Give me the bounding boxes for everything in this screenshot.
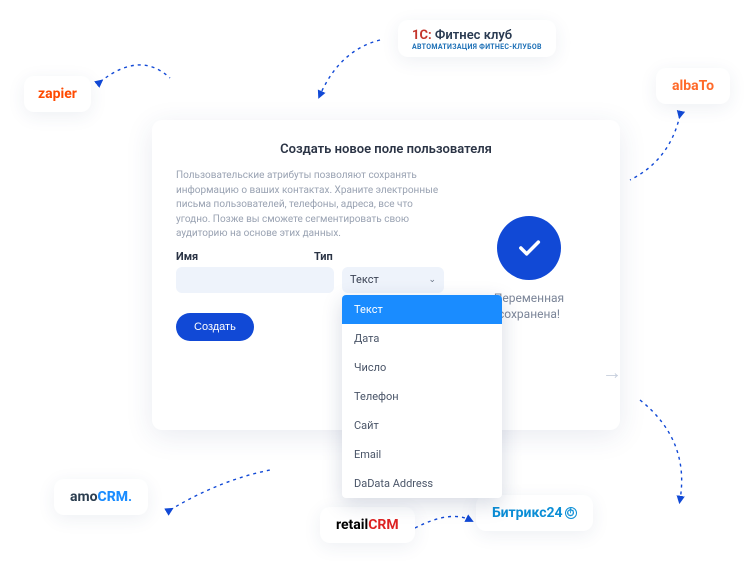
type-option[interactable]: Email xyxy=(342,440,502,469)
integration-zapier: zapier xyxy=(24,76,91,112)
type-option[interactable]: DaData Address xyxy=(342,469,502,498)
type-dropdown: Текст Дата Число Телефон Сайт Email DaDa… xyxy=(342,295,502,498)
create-field-card: Создать новое поле пользователя Пользова… xyxy=(152,120,620,430)
create-button[interactable]: Создать xyxy=(176,313,254,341)
name-label: Имя xyxy=(176,250,306,263)
type-select[interactable]: Текст ⌄ xyxy=(342,267,444,293)
success-check-icon xyxy=(497,216,561,280)
integration-retailcrm: retailCRM xyxy=(320,507,415,543)
type-option[interactable]: Дата xyxy=(342,324,502,353)
type-selected-value: Текст xyxy=(350,273,379,286)
onec-prefix: 1C: xyxy=(412,28,432,43)
card-title: Создать новое поле пользователя xyxy=(176,142,596,157)
integration-bitrix24: Битрикс24 ⏱ xyxy=(476,495,593,531)
onec-subtitle: АВТОМАТИЗАЦИЯ ФИТНЕС-КЛУБОВ xyxy=(412,43,542,51)
integration-amocrm: amoCRM. xyxy=(54,479,148,515)
zapier-label: zapier xyxy=(38,86,77,102)
chevron-down-icon: ⌄ xyxy=(428,275,436,285)
card-description: Пользовательские атрибуты позволяют сохр… xyxy=(176,169,444,242)
type-option[interactable]: Текст xyxy=(342,295,502,324)
type-option[interactable]: Число xyxy=(342,353,502,382)
bitrix-label: Битрикс24 xyxy=(492,505,563,521)
name-input[interactable] xyxy=(176,267,334,293)
onec-brand: Фитнес клуб xyxy=(435,28,512,43)
form-column: Пользовательские атрибуты позволяют сохр… xyxy=(176,169,444,341)
albato-label: albaTo xyxy=(672,78,714,94)
integration-albato: albaTo xyxy=(656,68,730,104)
integration-1c-fitness: 1C: Фитнес клуб АВТОМАТИЗАЦИЯ ФИТНЕС-КЛУ… xyxy=(398,20,556,57)
arrow-right-icon: → xyxy=(602,360,622,385)
type-select-wrap: Текст ⌄ Текст Дата Число Телефон Сайт Em… xyxy=(342,267,444,293)
type-label: Тип xyxy=(314,250,444,263)
type-option[interactable]: Сайт xyxy=(342,411,502,440)
type-option[interactable]: Телефон xyxy=(342,382,502,411)
